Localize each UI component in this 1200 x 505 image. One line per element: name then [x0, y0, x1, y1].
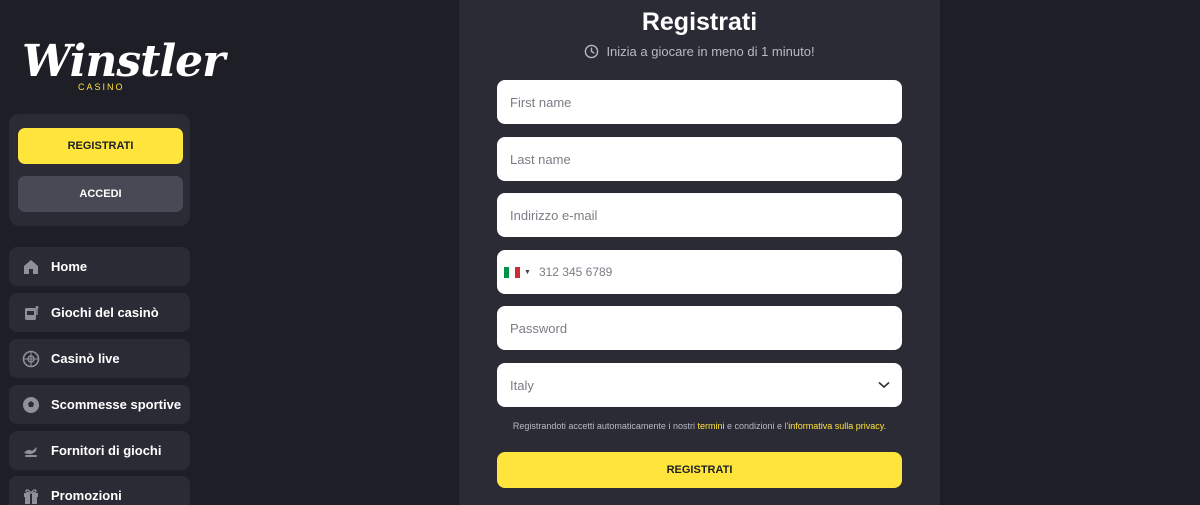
phone-input[interactable]: [538, 265, 859, 279]
logo[interactable]: Winstler CASINO: [18, 36, 225, 96]
sidebar-item-label: Home: [51, 259, 88, 274]
sidebar-item-promotions[interactable]: Promozioni: [9, 476, 190, 505]
country-select[interactable]: Italy: [497, 363, 902, 407]
phone-field: ▼: [497, 250, 902, 294]
roulette-icon: [21, 349, 41, 369]
last-name-input[interactable]: [497, 137, 902, 181]
terms-link[interactable]: termini: [697, 421, 724, 431]
home-icon: [21, 257, 41, 277]
form-subtitle: Inizia a giocare in meno di 1 minuto!: [459, 44, 940, 59]
italy-flag-icon[interactable]: [504, 266, 520, 278]
sidebar-login-button[interactable]: ACCEDI: [18, 176, 183, 212]
clock-icon: [585, 44, 599, 59]
privacy-link[interactable]: informativa sulla privacy.: [788, 421, 886, 431]
sidebar-item-casino-games[interactable]: Giochi del casinò: [9, 293, 190, 332]
sidebar-register-button[interactable]: REGISTRATI: [18, 128, 183, 164]
sidebar-item-sports-betting[interactable]: Scommesse sportive: [9, 385, 190, 424]
logo-subtitle: CASINO: [78, 82, 125, 92]
sidebar-item-label: Promozioni: [51, 488, 122, 503]
country-select-value: Italy: [510, 377, 534, 393]
password-input[interactable]: [497, 306, 902, 350]
terms-prefix: Registrandoti accetti automaticamente i …: [512, 421, 695, 431]
sidebar-item-label: Fornitori di giochi: [51, 443, 162, 458]
slot-machine-icon: [21, 303, 41, 323]
providers-icon: [21, 441, 41, 461]
sidebar-item-home[interactable]: Home: [9, 247, 190, 286]
country-code-caret-icon[interactable]: ▼: [524, 269, 531, 276]
email-input[interactable]: [497, 193, 902, 237]
soccer-ball-icon: [21, 395, 41, 415]
first-name-input[interactable]: [497, 80, 902, 124]
sidebar-item-game-providers[interactable]: Fornitori di giochi: [9, 431, 190, 470]
auth-panel: REGISTRATI ACCEDI: [9, 114, 190, 226]
page-title: Registrati: [641, 8, 758, 36]
terms-notice: Registrandoti accetti automaticamente i …: [459, 421, 940, 431]
logo-wordmark: Winstler: [22, 36, 225, 87]
sidebar-item-label: Scommesse sportive: [51, 397, 182, 412]
subtitle-text: Inizia a giocare in meno di 1 minuto!: [606, 44, 815, 59]
chevron-down-icon: [878, 381, 890, 389]
sidebar-item-live-casino[interactable]: Casinò live: [9, 339, 190, 378]
registration-panel: Registrati Inizia a giocare in meno di 1…: [459, 0, 940, 505]
sidebar-item-label: Giochi del casinò: [51, 305, 159, 320]
terms-middle: e condizioni e l': [727, 421, 789, 431]
page: Winstler CASINO REGISTRATI ACCEDI Home G…: [0, 0, 1200, 505]
register-submit-button[interactable]: REGISTRATI: [497, 452, 902, 488]
gift-icon: [21, 486, 41, 505]
sidebar-item-label: Casinò live: [51, 351, 120, 366]
